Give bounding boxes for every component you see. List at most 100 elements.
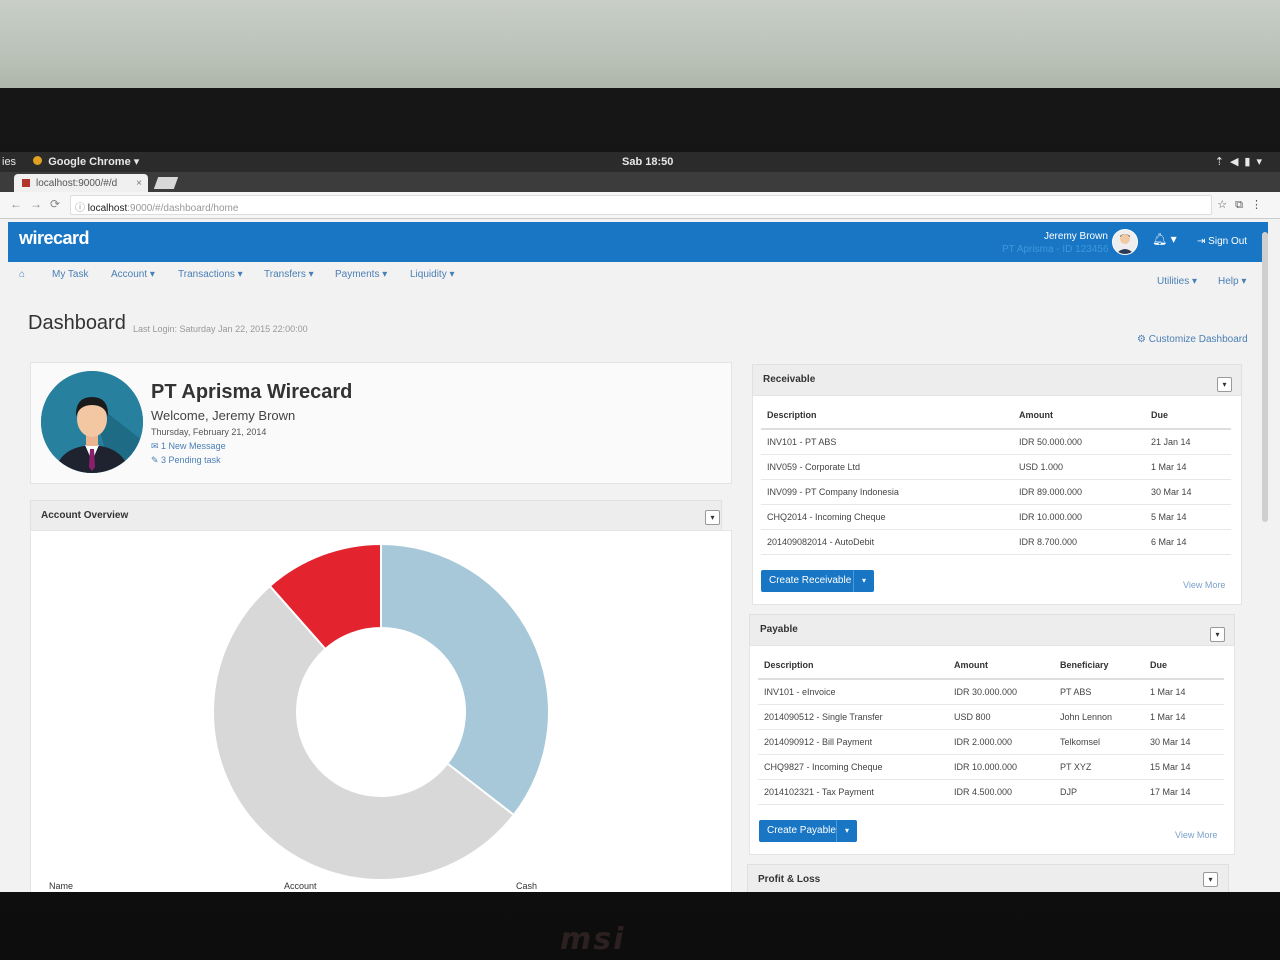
customize-dashboard-link[interactable]: Customize Dashboard <box>1149 334 1248 345</box>
table-row[interactable]: INV099 - PT Company Indonesia IDR 89.000.… <box>761 479 1231 505</box>
menu-transfers[interactable]: Transfers ▾ <box>264 269 314 280</box>
url-host: localhost <box>87 203 128 214</box>
browser-tools-icons[interactable]: ☆⧉⋮ <box>1217 198 1270 212</box>
browser-tab-bar: localhost:9000/#/d × <box>0 172 1280 192</box>
table-cell: IDR 4.500.000 <box>948 779 1054 805</box>
menu-my-task[interactable]: My Task <box>52 269 89 280</box>
company-name: PT Aprisma Wirecard <box>151 381 353 403</box>
url-bar[interactable]: ⓘ localhost:9000/#/dashboard/home <box>70 195 1212 215</box>
table-cell: INV099 - PT Company Indonesia <box>761 479 1013 505</box>
payable-body: Description Amount Beneficiary Due INV10… <box>749 645 1235 855</box>
menu-payments[interactable]: Payments ▾ <box>335 269 387 280</box>
chrome-icon <box>33 156 43 165</box>
home-icon[interactable]: ⌂ <box>19 269 25 280</box>
pending-task-link[interactable]: 3 Pending task <box>161 455 221 465</box>
table-cell: 5 Mar 14 <box>1145 504 1231 530</box>
col-amount: Amount <box>948 652 1054 680</box>
new-tab-button[interactable] <box>153 177 179 189</box>
caret-down-icon[interactable]: ▾ <box>836 820 857 842</box>
payable-header: Payable ▾ <box>749 614 1235 646</box>
view-more-link[interactable]: View More <box>1175 830 1217 840</box>
table-cell: INV101 - eInvoice <box>758 679 948 705</box>
menu-liquidity[interactable]: Liquidity ▾ <box>410 269 455 280</box>
chevron-down-icon[interactable]: ▾ <box>1210 627 1225 642</box>
table-cell: CHQ9827 - Incoming Cheque <box>758 754 948 780</box>
avatar[interactable] <box>1112 229 1138 255</box>
create-receivable-button[interactable]: Create Receivable ▾ <box>761 570 874 592</box>
payable-table: Description Amount Beneficiary Due INV10… <box>758 652 1224 805</box>
col-account: Account <box>284 881 317 891</box>
chevron-down-icon[interactable]: ▾ <box>705 510 720 525</box>
donut-segment-0[interactable] <box>380 542 550 817</box>
create-payable-button[interactable]: Create Payable ▾ <box>759 820 857 842</box>
table-cell: 2014090512 - Single Transfer <box>758 704 948 730</box>
table-cell: 21 Jan 14 <box>1145 429 1231 455</box>
table-row[interactable]: INV101 - PT ABS IDR 50.000.000 21 Jan 14 <box>761 429 1231 455</box>
background-wall <box>0 0 1280 100</box>
table-cell: 15 Mar 14 <box>1144 754 1224 780</box>
welcome-text: Welcome, Jeremy Brown <box>151 408 296 423</box>
info-icon: ⓘ <box>75 203 88 214</box>
menu-account[interactable]: Account ▾ <box>111 269 155 280</box>
menu-help[interactable]: Help ▾ <box>1218 276 1246 287</box>
table-cell: IDR 89.000.000 <box>1013 479 1145 505</box>
table-cell: INV101 - PT ABS <box>761 429 1013 455</box>
view-more-link[interactable]: View More <box>1183 580 1225 590</box>
table-cell: CHQ2014 - Incoming Cheque <box>761 504 1013 530</box>
menu-utilities[interactable]: Utilities ▾ <box>1157 276 1197 287</box>
receivable-table: Description Amount Due INV101 - PT ABS ID… <box>761 402 1231 555</box>
table-row[interactable]: 2014090912 - Bill Payment IDR 2.000.000 Te… <box>758 729 1224 755</box>
browser-tab[interactable]: localhost:9000/#/d × <box>14 174 148 192</box>
table-cell: 17 Mar 14 <box>1144 779 1224 805</box>
col-cash: Cash <box>516 881 538 891</box>
table-cell: 2014102321 - Tax Payment <box>758 779 948 805</box>
current-date: Thursday, February 21, 2014 <box>151 427 267 437</box>
table-cell: IDR 10.000.000 <box>1013 504 1145 530</box>
scrollbar[interactable] <box>1262 232 1268 522</box>
sign-out-button[interactable]: Sign Out <box>1208 236 1247 247</box>
table-cell: John Lennon <box>1054 704 1144 730</box>
caret-down-icon: ▾ <box>133 156 140 168</box>
col-amount: Amount <box>1013 402 1145 430</box>
table-row[interactable]: 2014102321 - Tax Payment IDR 4.500.000 DJP… <box>758 779 1224 805</box>
sign-out-icon: ⇥ <box>1197 236 1209 247</box>
table-cell: PT ABS <box>1054 679 1144 705</box>
col-beneficiary: Beneficiary <box>1054 652 1144 680</box>
profit-loss-title: Profit & Loss <box>758 874 821 885</box>
gear-icon: ⚙ <box>1137 334 1149 345</box>
app-menu[interactable]: Google Chrome <box>48 156 131 168</box>
table-row[interactable]: 2014090512 - Single Transfer USD 800 John … <box>758 704 1224 730</box>
table-cell: USD 800 <box>948 704 1054 730</box>
table-row[interactable]: INV059 - Corporate Ltd USD 1.000 1 Mar 14 <box>761 454 1231 480</box>
receivable-header: Receivable ▾ <box>752 364 1242 396</box>
table-cell: DJP <box>1054 779 1144 805</box>
table-row[interactable]: INV101 - eInvoice IDR 30.000.000 PT ABS 1 M… <box>758 679 1224 705</box>
table-row[interactable]: CHQ9827 - Incoming Cheque IDR 10.000.000 P… <box>758 754 1224 780</box>
table-cell: Telkomsel <box>1054 729 1144 755</box>
system-tray-icons[interactable]: ⇡◀︎▮▾ <box>1215 155 1268 168</box>
table-cell: IDR 30.000.000 <box>948 679 1054 705</box>
col-due: Due <box>1145 402 1231 430</box>
brand-logo[interactable]: wirecard <box>19 228 90 249</box>
chevron-down-icon[interactable]: ▾ <box>1203 872 1218 887</box>
table-row[interactable]: 201409082014 - AutoDebit IDR 8.700.000 6 M… <box>761 529 1231 555</box>
account-overview-header: Account Overview ▾ <box>30 500 722 532</box>
table-cell: 30 Mar 14 <box>1144 729 1224 755</box>
table-cell: PT XYZ <box>1054 754 1144 780</box>
table-row[interactable]: CHQ2014 - Incoming Cheque IDR 10.000.000 5… <box>761 504 1231 530</box>
receivable-body: Description Amount Due INV101 - PT ABS ID… <box>752 395 1242 605</box>
new-message-link[interactable]: 1 New Message <box>161 441 226 451</box>
nav-buttons[interactable]: ←→⟳ <box>10 197 68 211</box>
table-cell: IDR 10.000.000 <box>948 754 1054 780</box>
chevron-down-icon[interactable]: ▾ <box>1217 377 1232 392</box>
last-login: Last Login: Saturday Jan 22, 2015 22:00:… <box>133 324 308 334</box>
caret-down-icon[interactable]: ▾ <box>853 570 874 592</box>
close-tab-icon[interactable]: × <box>136 178 142 189</box>
tab-title: localhost:9000/#/d <box>36 178 118 189</box>
receivable-title: Receivable <box>763 374 816 385</box>
profile-avatar <box>41 371 143 473</box>
col-description: Description <box>761 402 1013 430</box>
menu-transactions[interactable]: Transactions ▾ <box>178 269 243 280</box>
notification-bell-icon[interactable]: 🔔︎ ▾ <box>1152 232 1177 246</box>
table-cell: 201409082014 - AutoDebit <box>761 529 1013 555</box>
